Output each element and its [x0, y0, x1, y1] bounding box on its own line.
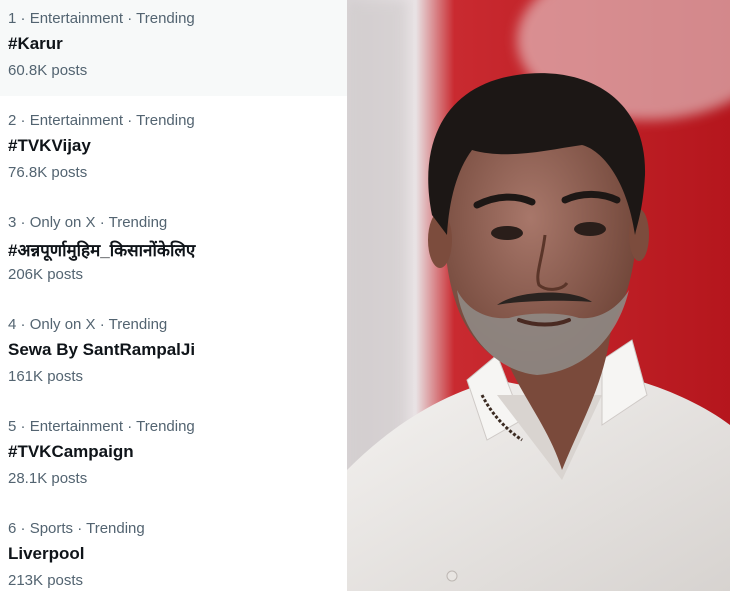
trend-category: Only on X · Trending	[29, 214, 168, 231]
trend-category: Sports · Trending	[29, 520, 145, 537]
meta-separator: ·	[16, 418, 30, 435]
trend-item-3[interactable]: 3 · Only on X · Trending #अन्नपूर्णामुहि…	[0, 204, 347, 306]
trend-meta: 5 · Entertainment · Trending	[8, 418, 195, 435]
trend-item-6[interactable]: 6 · Sports · Trending Liverpool 213K pos…	[0, 510, 347, 591]
meta-separator: ·	[16, 10, 30, 27]
trend-name[interactable]: #Karur	[8, 34, 63, 54]
trend-post-count: 161K posts	[8, 368, 84, 385]
trend-post-count: 206K posts	[8, 266, 84, 283]
trend-post-count: 28.1K posts	[8, 470, 88, 487]
trend-item-5[interactable]: 5 · Entertainment · Trending #TVKCampaig…	[0, 408, 347, 510]
trend-category: Entertainment · Trending	[29, 112, 195, 129]
trending-list: 1 · Entertainment · Trending #Karur 60.8…	[0, 0, 347, 591]
trend-name[interactable]: #अन्नपूर्णामुहिम_किसानोंकेलिए	[8, 238, 195, 261]
trend-meta: 6 · Sports · Trending	[8, 520, 145, 537]
portrait-photo	[347, 0, 730, 591]
trend-name[interactable]: Sewa By SantRampalJi	[8, 340, 195, 360]
trend-item-1[interactable]: 1 · Entertainment · Trending #Karur 60.8…	[0, 0, 347, 96]
trend-post-count: 213K posts	[8, 572, 84, 589]
meta-separator: ·	[16, 214, 30, 231]
trend-post-count: 76.8K posts	[8, 164, 88, 181]
trend-name[interactable]: Liverpool	[8, 544, 85, 564]
meta-separator: ·	[16, 520, 30, 537]
trend-post-count: 60.8K posts	[8, 62, 88, 79]
meta-separator: ·	[16, 316, 30, 333]
trend-item-4[interactable]: 4 · Only on X · Trending Sewa By SantRam…	[0, 306, 347, 408]
trend-item-2[interactable]: 2 · Entertainment · Trending #TVKVijay 7…	[0, 102, 347, 204]
trend-name[interactable]: #TVKVijay	[8, 136, 91, 156]
trend-meta: 2 · Entertainment · Trending	[8, 112, 195, 129]
trend-category: Entertainment · Trending	[29, 10, 195, 27]
trend-meta: 3 · Only on X · Trending	[8, 214, 167, 231]
meta-separator: ·	[16, 112, 30, 129]
trend-category: Only on X · Trending	[29, 316, 168, 333]
trend-meta: 1 · Entertainment · Trending	[8, 10, 195, 27]
trend-name[interactable]: #TVKCampaign	[8, 442, 134, 462]
trend-category: Entertainment · Trending	[29, 418, 195, 435]
trend-meta: 4 · Only on X · Trending	[8, 316, 167, 333]
